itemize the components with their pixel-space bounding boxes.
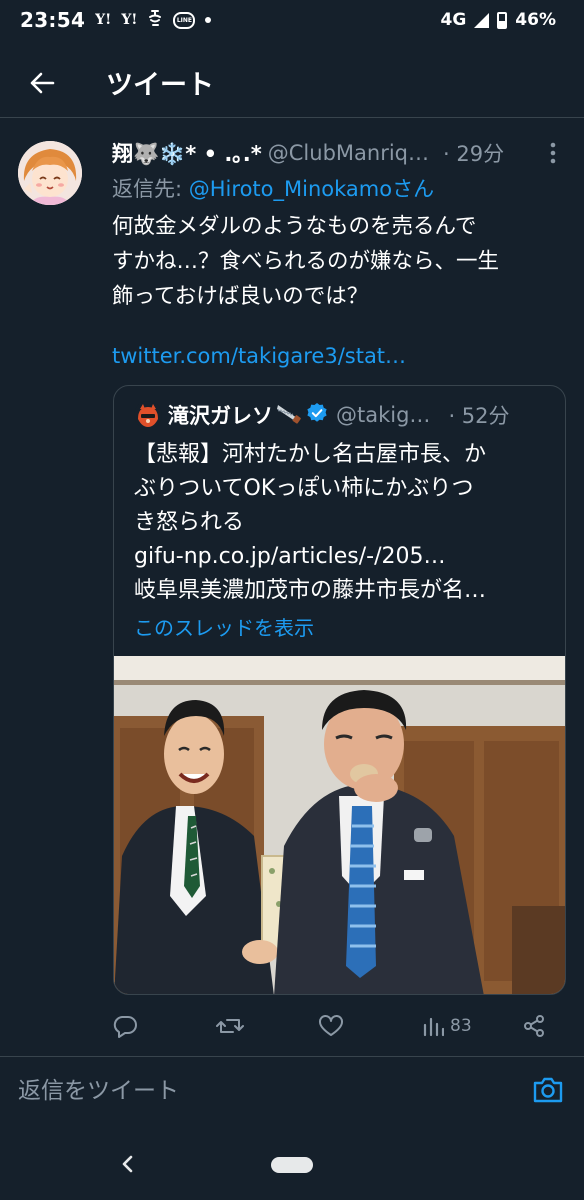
share-button[interactable] xyxy=(522,1008,546,1044)
quote-text-line: ぶりついてOKっぽい柿にかぶりつ xyxy=(134,476,474,501)
status-time: 23:54 xyxy=(20,8,86,32)
nav-back-button[interactable] xyxy=(117,1152,139,1176)
more-vertical-icon xyxy=(550,142,556,164)
reply-to: 返信先: @Hiroto_Minokamoさん xyxy=(112,173,568,203)
tweet-text-line: 飾っておけば良いのでは？ xyxy=(112,284,369,309)
saw-icon xyxy=(275,402,301,429)
battery-level: 46% xyxy=(515,10,556,30)
tweet-body: 翔🐺❄️* • .｡.* @ClubManriq… · 29分 返信先: @Hi… xyxy=(112,137,568,376)
reply-bar xyxy=(0,1057,584,1125)
verified-icon xyxy=(306,402,328,429)
camera-button[interactable] xyxy=(532,1075,564,1105)
dot-icon xyxy=(205,17,212,23)
heart-icon xyxy=(319,1015,343,1036)
chevron-left-icon xyxy=(122,1155,133,1173)
back-button[interactable] xyxy=(20,61,64,105)
app-header: ツイート xyxy=(0,48,584,118)
quote-display-name[interactable]: 滝沢ガレソ xyxy=(168,400,273,430)
tweet-link[interactable]: twitter.com/takigare3/stat… xyxy=(112,344,568,376)
share-icon xyxy=(524,1015,544,1037)
quote-text-line: gifu-np.co.jp/articles/-/205… xyxy=(134,544,446,569)
analytics-button[interactable]: 83 xyxy=(422,1008,472,1044)
quote-tweet[interactable]: 滝沢ガレソ @takig… · 52分 【悲報】河村たかし名古屋市長、か ぶりつ… xyxy=(113,385,566,995)
quote-text: 【悲報】河村たかし名古屋市長、か ぶりついてOKっぽい柿にかぶりつ き怒られる … xyxy=(134,438,554,608)
display-name[interactable]: 翔🐺❄️* • .｡.* xyxy=(112,138,262,168)
retweet-icon xyxy=(216,1019,244,1033)
status-bar: 23:54 Y! Y! LINE 4G 46% xyxy=(0,0,584,40)
signal-icon xyxy=(474,12,490,28)
tweet-header: 翔🐺❄️* • .｡.* @ClubManriq… · 29分 xyxy=(112,137,568,169)
retweet-button[interactable] xyxy=(216,1008,244,1044)
avatar[interactable] xyxy=(18,141,82,205)
yahoo-icon: Y! xyxy=(121,12,138,28)
battery-icon xyxy=(497,11,508,29)
camera-icon xyxy=(533,1077,563,1103)
reply-icon xyxy=(113,1016,137,1038)
network-type: 4G xyxy=(440,10,467,30)
status-right: 4G 46% xyxy=(441,10,557,30)
quote-text-line: き怒られる xyxy=(134,510,245,535)
quote-time: · 52分 xyxy=(448,404,510,428)
tweet-actions: 83 xyxy=(112,1008,568,1044)
reply-input[interactable] xyxy=(18,1078,498,1104)
tweet-text-line: すかね…？食べられるのが嫌なら、一生 xyxy=(112,249,500,274)
page-title: ツイート xyxy=(106,70,214,101)
reply-button[interactable] xyxy=(112,1008,138,1044)
reply-suffix: さん xyxy=(392,177,435,201)
tweet-time: · 29分 xyxy=(443,142,505,166)
quote-text-line: 【悲報】河村たかし名古屋市長、か xyxy=(134,442,487,467)
user-handle[interactable]: @ClubManriq… xyxy=(268,141,429,165)
nav-home-button[interactable] xyxy=(271,1157,313,1173)
analytics-icon xyxy=(423,1017,444,1037)
quote-avatar[interactable] xyxy=(134,401,162,429)
quote-header: 滝沢ガレソ @takig… · 52分 xyxy=(134,400,510,430)
tweet-text: 何故金メダルのようなものを売るんで すかね…？食べられるのが嫌なら、一生 飾って… xyxy=(112,209,568,314)
show-thread-link[interactable]: このスレッドを表示 xyxy=(134,612,314,641)
status-left: 23:54 Y! Y! LINE xyxy=(20,8,212,32)
arrow-left-icon xyxy=(30,72,55,93)
yahoo-icon: Y! xyxy=(95,12,112,28)
line-icon: LINE xyxy=(173,11,196,29)
reply-mention-link[interactable]: @Hiroto_Minokamo xyxy=(189,177,392,201)
reply-prefix: 返信先: xyxy=(112,177,189,201)
more-options-button[interactable] xyxy=(544,141,562,165)
like-button[interactable] xyxy=(318,1008,344,1044)
views-count: 83 xyxy=(450,1016,472,1036)
quote-handle[interactable]: @takig… xyxy=(336,403,430,427)
system-nav-bar xyxy=(0,1130,584,1200)
quote-text-line: 岐阜県美濃加茂市の藤井市長が名… xyxy=(134,578,487,603)
quote-photo[interactable] xyxy=(114,656,565,994)
tweet-text-line: 何故金メダルのようなものを売るんで xyxy=(112,214,477,239)
app-notification-icon xyxy=(147,9,163,31)
